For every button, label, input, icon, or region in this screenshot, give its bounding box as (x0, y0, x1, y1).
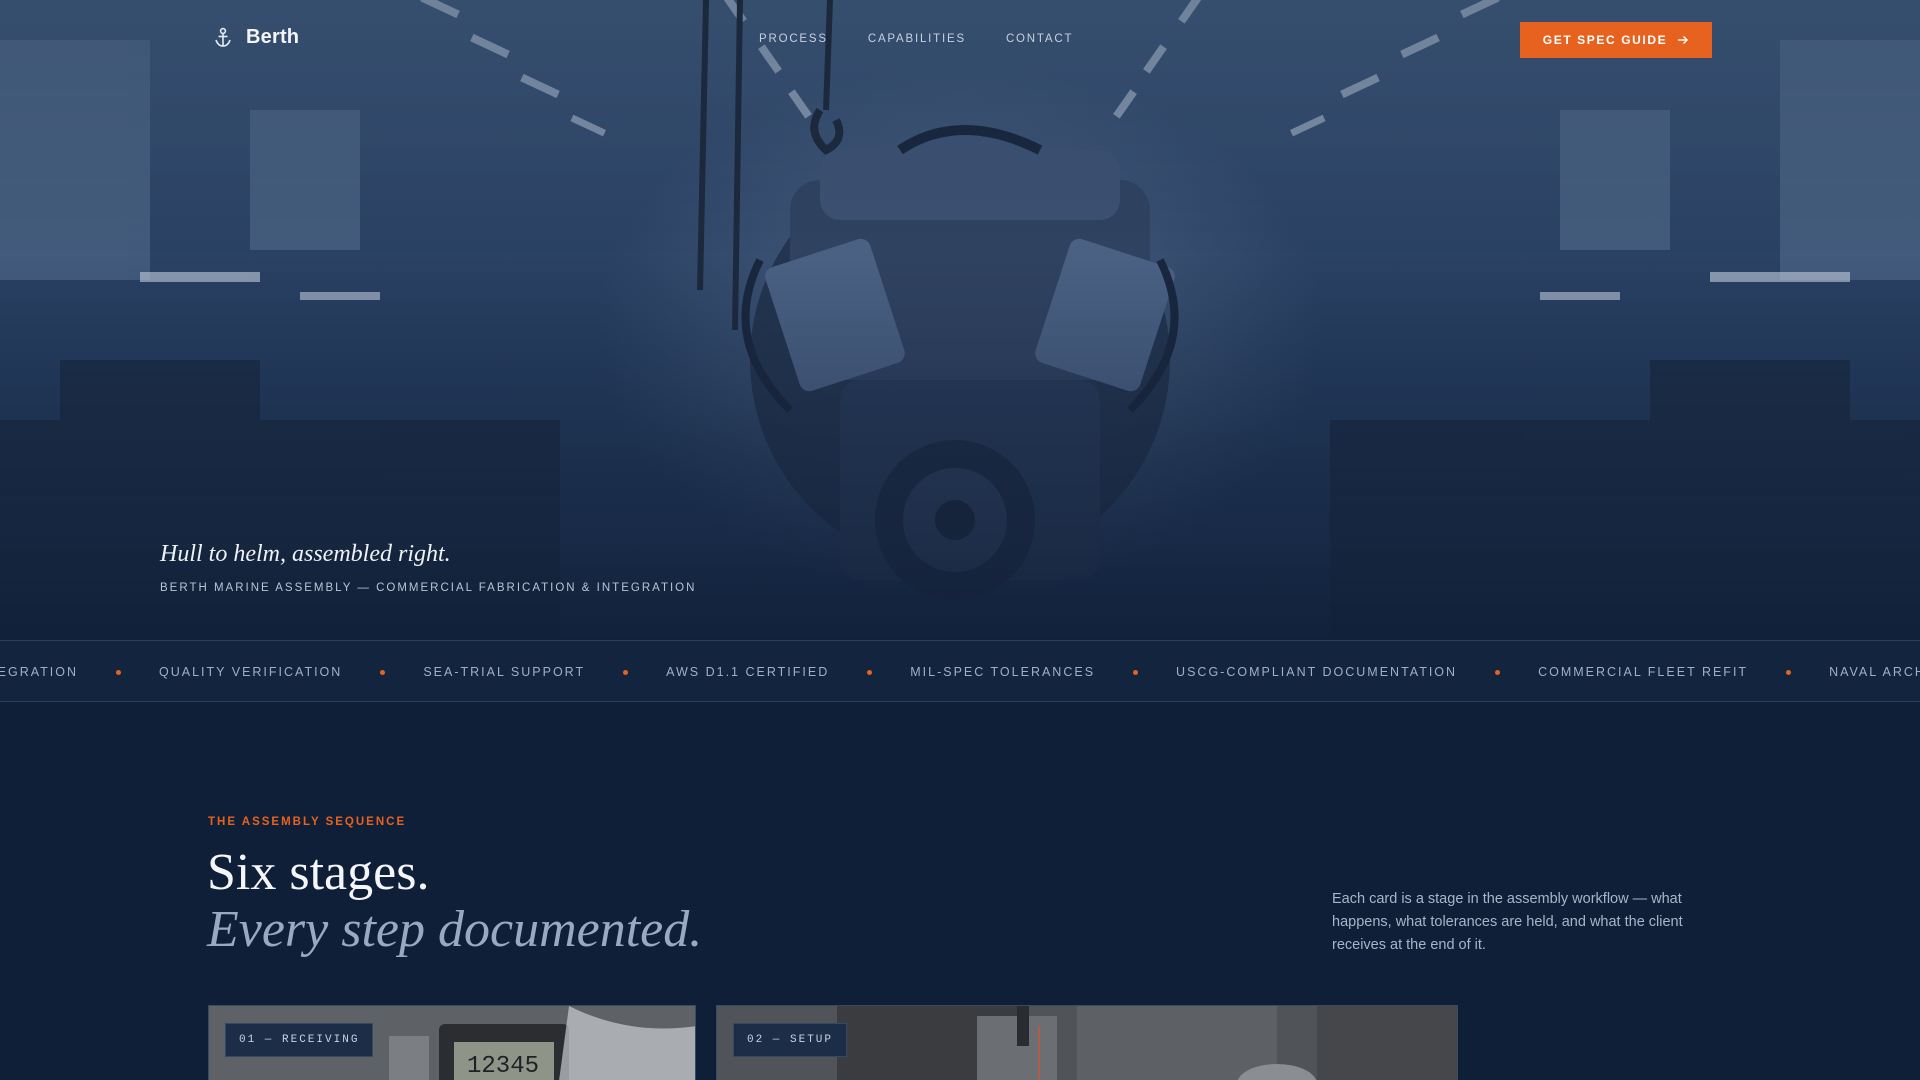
ticker-separator-dot (116, 669, 121, 675)
nav-link-process[interactable]: PROCESS (759, 33, 828, 45)
ticker-separator-dot (380, 669, 386, 675)
ticker-separator-dot (1133, 669, 1139, 675)
hero-tagline: Hull to helm, assembled right. (160, 541, 451, 567)
arrow-right-icon (1678, 36, 1689, 44)
svg-text:12345: 12345 (467, 1053, 539, 1080)
nav-link-contact[interactable]: CONTACT (1006, 33, 1073, 45)
ticker-separator-dot (1495, 669, 1501, 675)
ticker-item: MIL-SPEC TOLERANCES (910, 665, 1096, 679)
ticker-item: AWS D1.1 CERTIFIED (666, 665, 830, 679)
stage-tag: 02 — SETUP (733, 1023, 848, 1057)
section-eyebrow: THE ASSEMBLY SEQUENCE (208, 816, 407, 828)
nav-links: PROCESS CAPABILITIES CONTACT (759, 33, 1073, 45)
nav-link-capabilities[interactable]: CAPABILITIES (868, 33, 966, 45)
ticker-item: COMMERCIAL FLEET REFIT (1538, 665, 1749, 679)
ticker-item: QUALITY VERIFICATION (159, 665, 343, 679)
ticker-separator-dot (867, 669, 873, 675)
stage-card-receiving[interactable]: 12345 01 — RECEIVING (208, 1005, 696, 1080)
ticker-item: SEA-TRIAL SUPPORT (423, 665, 586, 679)
stage-tag: 01 — RECEIVING (225, 1023, 374, 1057)
ticker-item: TEGRATION (0, 665, 78, 679)
capabilities-ticker: TEGRATION QUALITY VERIFICATION SEA-TRIAL… (0, 640, 1920, 702)
brand-logo-link[interactable]: Berth (212, 26, 299, 49)
section-heading-line1: Six stages. (207, 844, 430, 901)
brand-name: Berth (246, 26, 300, 48)
ticker-separator-dot (1786, 669, 1792, 675)
ticker-track: TEGRATION QUALITY VERIFICATION SEA-TRIAL… (0, 641, 1920, 701)
cta-label: GET SPEC GUIDE (1542, 33, 1668, 47)
ticker-item: NAVAL ARCHITECTURE LIA (1829, 665, 1920, 679)
hero-section: Berth PROCESS CAPABILITIES CONTACT GET S… (0, 0, 1920, 640)
top-navigation: Berth PROCESS CAPABILITIES CONTACT GET S… (0, 0, 1920, 80)
get-spec-guide-button[interactable]: GET SPEC GUIDE (1520, 22, 1712, 58)
ticker-item: USCG-COMPLIANT DOCUMENTATION (1176, 665, 1458, 679)
hero-subtagline: BERTH MARINE ASSEMBLY — COMMERCIAL FABRI… (160, 582, 697, 594)
section-heading-line2: Every step documented. (207, 901, 703, 958)
stage-card-setup[interactable]: 02 — SETUP (716, 1005, 1458, 1080)
anchor-icon (215, 27, 231, 47)
section-description: Each card is a stage in the assembly wor… (1332, 891, 1683, 953)
ticker-separator-dot (623, 669, 629, 675)
